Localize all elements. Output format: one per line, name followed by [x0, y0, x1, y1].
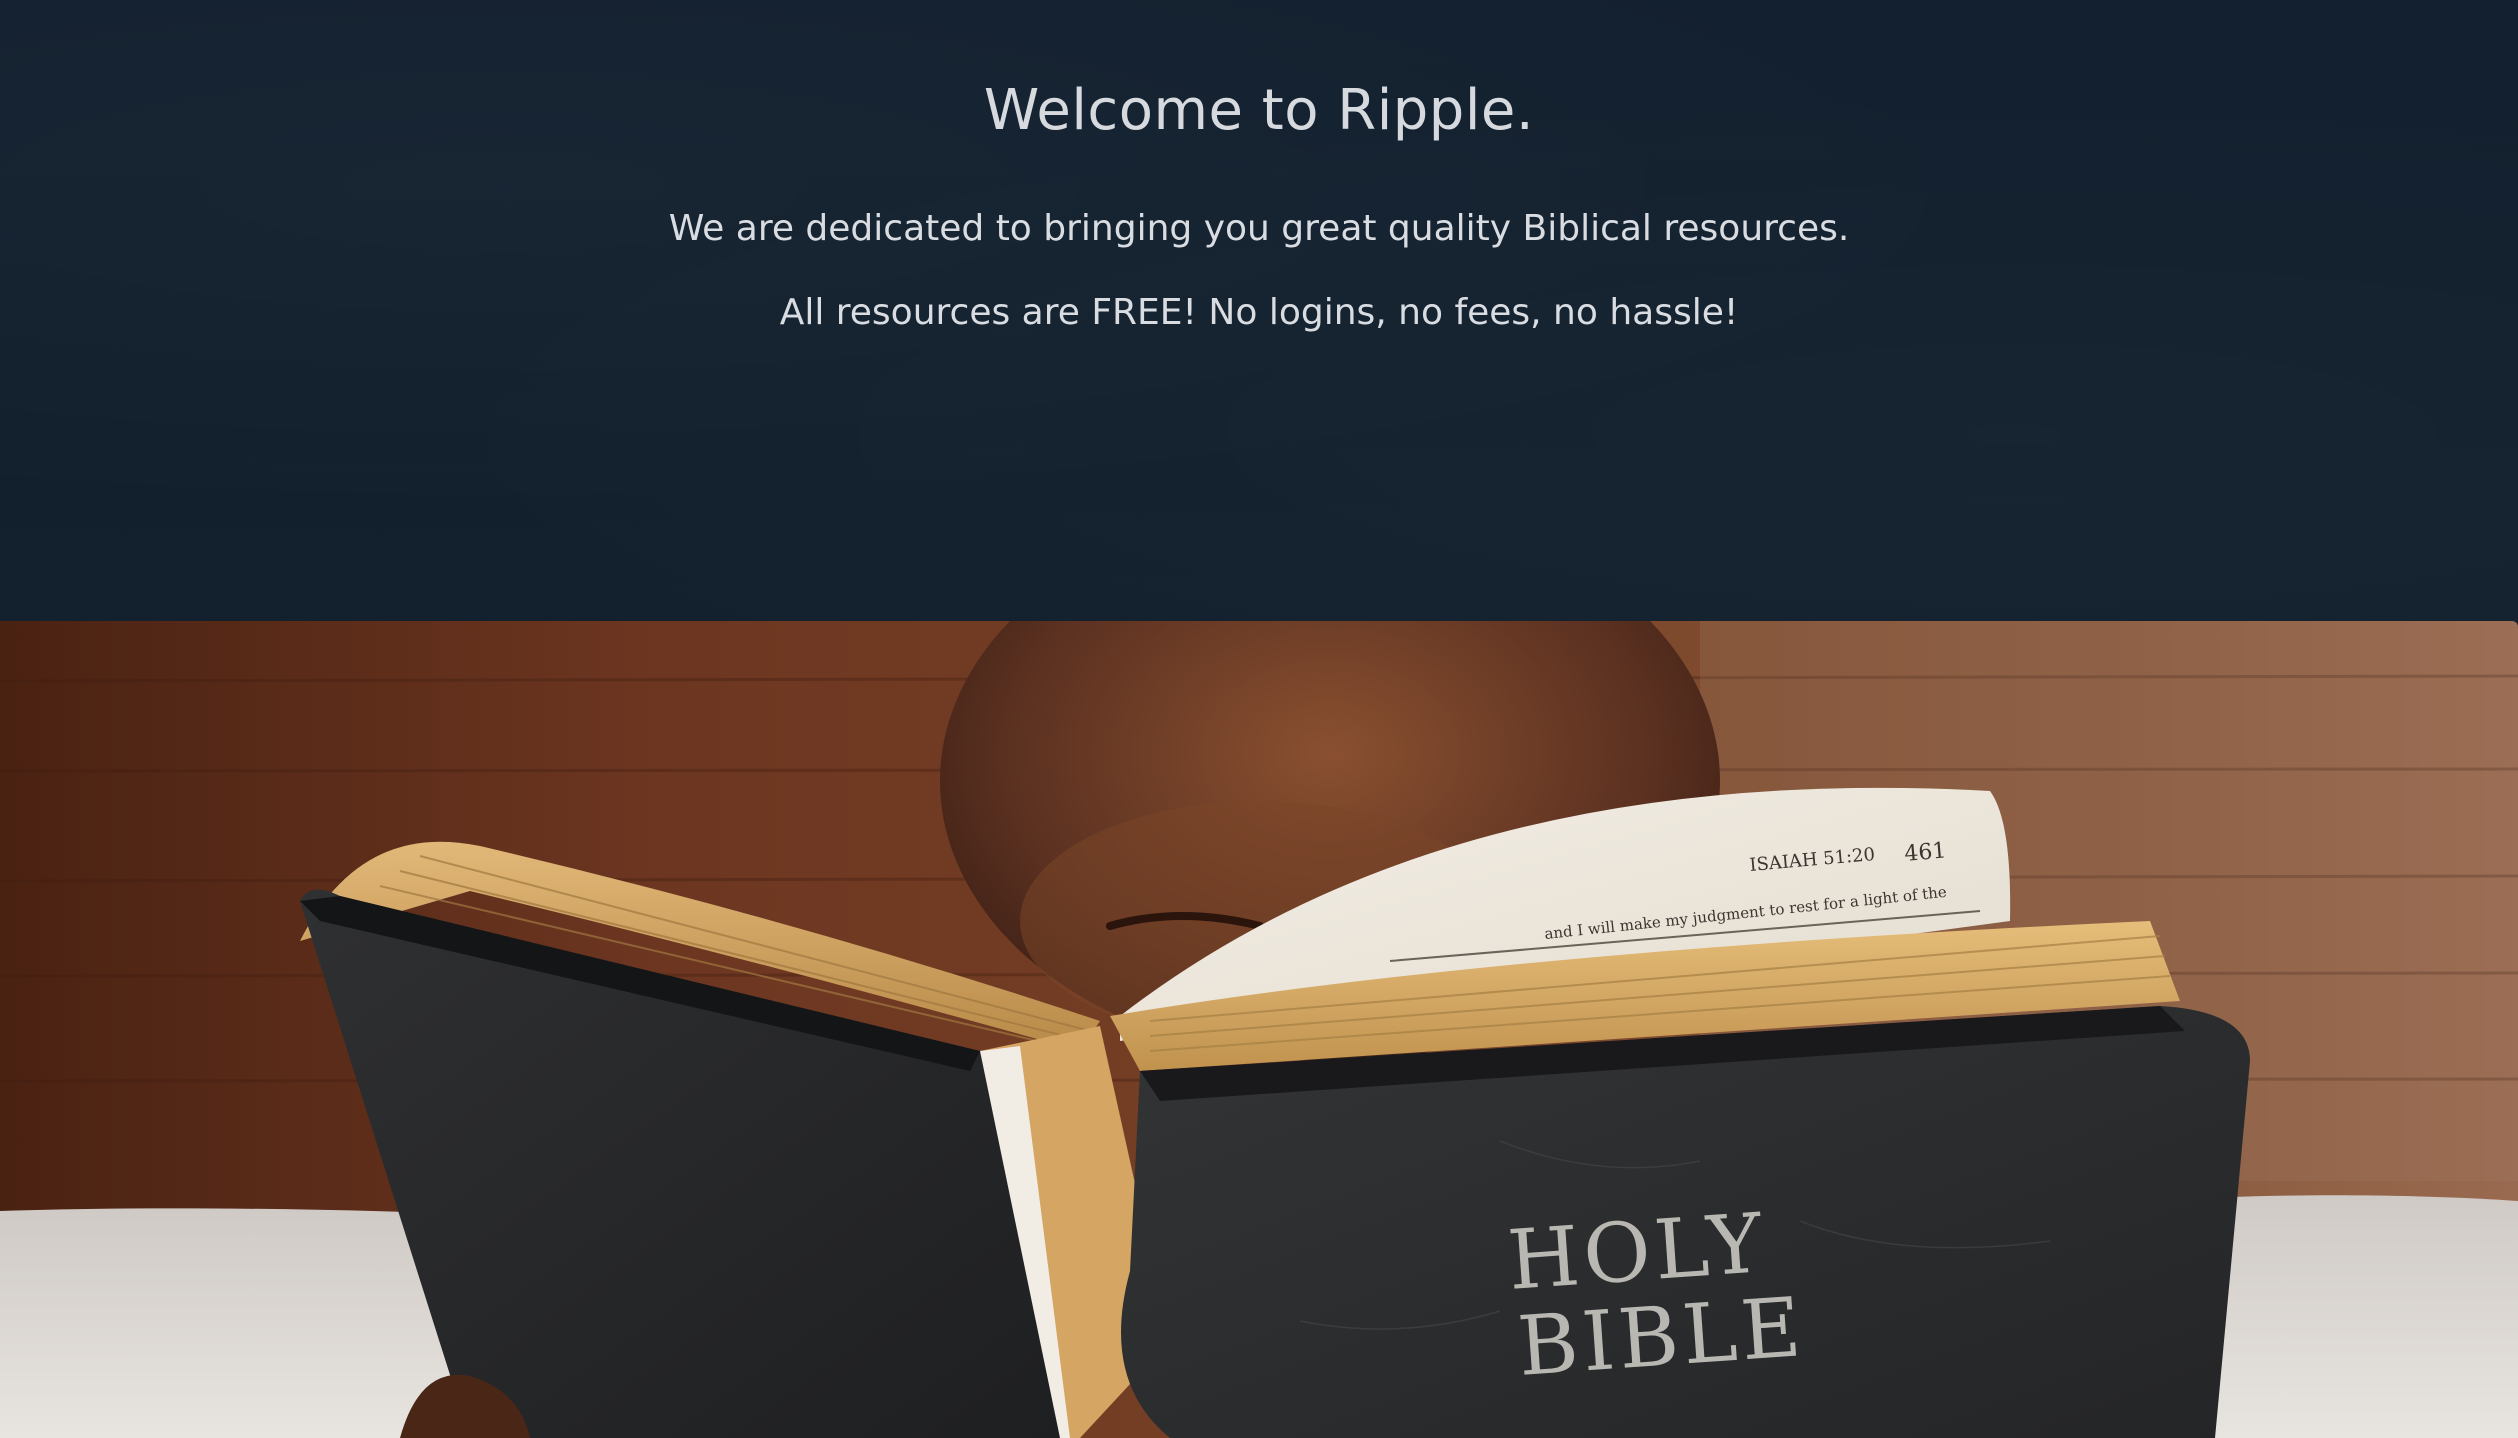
page: Welcome to Ripple. We are dedicated to b… [0, 0, 2518, 1438]
welcome-free-note: All resources are FREE! No logins, no fe… [779, 292, 1739, 333]
cover-text-bible: BIBLE [1515, 1280, 1808, 1395]
page-number-text: 461 [1903, 838, 1947, 867]
welcome-subtitle: We are dedicated to bringing you great q… [668, 208, 1850, 249]
welcome-title: Welcome to Ripple. [983, 78, 1535, 143]
welcome-banner: Welcome to Ripple. We are dedicated to b… [0, 0, 2518, 621]
holy-bible-photo: ISAIAH 51:20 461 and I will make my judg… [0, 621, 2518, 1438]
hero-photo: ISAIAH 51:20 461 and I will make my judg… [0, 621, 2518, 1438]
